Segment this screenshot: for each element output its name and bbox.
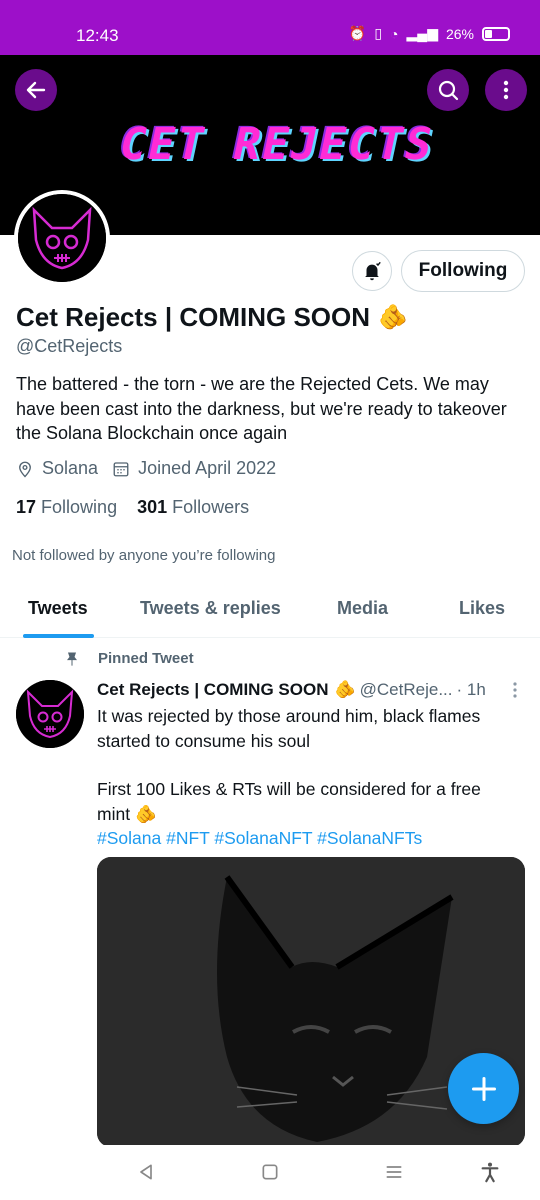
compose-tweet-button[interactable] <box>448 1053 519 1124</box>
wifi-icon: ◔ <box>390 25 399 42</box>
followers-count-link[interactable]: 301 Followers <box>137 497 249 518</box>
more-vertical-icon <box>513 682 517 698</box>
tweet-more-button[interactable] <box>508 680 522 700</box>
nav-accessibility-button[interactable] <box>477 1159 503 1185</box>
square-home-icon <box>262 1164 278 1180</box>
profile-name-text: Cet Rejects | COMING SOON <box>16 302 371 332</box>
tweet-time: · 1h <box>456 680 486 699</box>
accessibility-icon <box>481 1162 499 1183</box>
bell-check-icon <box>365 261 381 281</box>
follow-counts: 17 Following 301 Followers <box>16 497 249 518</box>
battery-percent: 26% <box>445 25 474 42</box>
profile-name: Cet Rejects | COMING SOON 🫵 <box>16 302 408 333</box>
cat-skull-avatar-icon <box>18 194 106 282</box>
profile-location: Solana <box>16 458 98 479</box>
status-time: 12:43 <box>76 26 119 45</box>
active-tab-indicator <box>23 634 94 638</box>
arrow-left-icon <box>26 81 46 99</box>
profile-joined: Joined April 2022 <box>112 458 276 479</box>
pointing-hand-emoji: 🫵 <box>378 304 408 331</box>
menu-recents-icon <box>386 1166 402 1178</box>
profile-handle: @CetRejects <box>16 336 123 356</box>
signal-icon: ▂▄▆ <box>406 25 438 41</box>
notifications-button[interactable] <box>352 251 392 291</box>
alarm-icon: ⏰ <box>348 25 367 41</box>
pinned-tweet-label: Pinned Tweet <box>64 650 194 667</box>
tweet-text: It was rejected by those around him, bla… <box>97 704 517 851</box>
tab-media[interactable]: Media <box>337 598 388 619</box>
profile-meta: Solana Joined April 2022 <box>16 458 290 479</box>
nav-recents-button[interactable] <box>381 1159 407 1185</box>
tweet-author-avatar[interactable] <box>16 680 84 748</box>
triangle-back-icon <box>140 1164 152 1180</box>
tab-likes[interactable]: Likes <box>459 598 505 619</box>
cat-skull-avatar-icon <box>16 680 84 748</box>
battery-icon <box>482 26 510 41</box>
pin-icon <box>67 652 77 666</box>
status-icons: ⏰ ▯ ◔ ▂▄▆ 26% <box>349 25 510 42</box>
nav-home-button[interactable] <box>257 1159 283 1185</box>
tweet-text-line1: It was rejected by those around him, bla… <box>97 706 481 751</box>
profile-tabs: Tweets Tweets & replies Media Likes <box>0 584 540 638</box>
search-icon <box>438 80 459 101</box>
joined-text: Joined April 2022 <box>138 458 277 478</box>
tweet-text-line2: First 100 Likes & RTs will be considered… <box>97 779 481 824</box>
vibrate-icon: ▯ <box>374 25 383 41</box>
tweet-author-name[interactable]: Cet Rejects | COMING SOON <box>97 680 328 700</box>
following-button[interactable]: Following <box>401 250 525 292</box>
status-bar: 12:43 ⏰ ▯ ◔ ▂▄▆ 26% <box>0 0 540 55</box>
banner-logo: CET REJECTS <box>114 119 439 170</box>
following-count-link[interactable]: 17 Following <box>16 497 117 518</box>
tweet-author-handle: @CetReje... <box>359 680 453 699</box>
system-nav-bar <box>0 1145 540 1200</box>
search-button[interactable] <box>427 69 469 111</box>
not-followed-text: Not followed by anyone you’re following <box>12 547 276 564</box>
back-button[interactable] <box>15 69 57 111</box>
calendar-icon <box>113 461 129 476</box>
tab-tweets-replies[interactable]: Tweets & replies <box>140 598 281 619</box>
location-text: Solana <box>42 458 99 478</box>
plus-icon <box>471 1076 496 1101</box>
location-pin-icon <box>19 461 31 477</box>
pointing-hand-emoji: 🫵 <box>334 680 356 699</box>
more-vertical-icon <box>503 80 509 100</box>
tweet-header: Cet Rejects | COMING SOON 🫵 @CetReje... … <box>97 680 527 700</box>
profile-bio: The battered - the torn - we are the Rej… <box>16 374 507 443</box>
tab-tweets[interactable]: Tweets <box>28 598 88 619</box>
nav-back-button[interactable] <box>133 1159 159 1185</box>
pointing-hand-emoji: 🫵 <box>134 803 157 824</box>
more-options-button[interactable] <box>485 69 527 111</box>
pinned-tweet-text: Pinned Tweet <box>98 650 194 667</box>
tweet-hashtags[interactable]: #Solana #NFT #SolanaNFT #SolanaNFTs <box>97 826 517 851</box>
profile-avatar[interactable] <box>14 190 110 286</box>
